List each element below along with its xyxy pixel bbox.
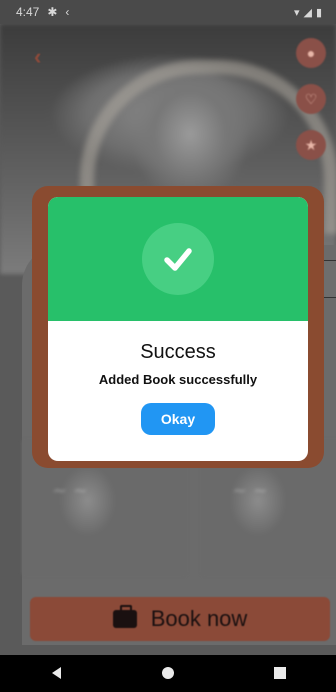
book-now-button[interactable]: Book now [30, 597, 330, 641]
home-icon[interactable] [148, 666, 188, 682]
screen: 4:47 ✱ ‹ ▾ ◢ ▮ ‹ ● ♡ ★ Pl ~ ~ ~ ~ Book n… [0, 0, 336, 692]
system-nav-bar [0, 655, 336, 692]
profile-icon[interactable]: ● [296, 38, 326, 68]
dialog-header [48, 197, 308, 321]
star-icon[interactable]: ★ [296, 130, 326, 160]
recents-icon[interactable] [260, 666, 300, 682]
briefcase-icon [112, 605, 137, 628]
back-icon[interactable] [36, 666, 76, 682]
check-circle [142, 223, 214, 295]
dialog-title: Success [140, 341, 216, 363]
check-icon [164, 248, 192, 271]
book-now-label: Book now [150, 606, 248, 631]
gallery-script-decoration: ~ ~ [52, 480, 88, 501]
share-icon: ‹ [65, 5, 70, 19]
gear-icon: ✱ [47, 5, 58, 19]
dialog-message: Added Book successfully [98, 372, 258, 387]
signal-icon: ◢ [303, 6, 312, 19]
back-arrow-icon[interactable]: ‹ [34, 44, 41, 70]
gallery-script-decoration: ~ ~ [232, 480, 268, 501]
okay-button[interactable]: Okay [141, 403, 215, 435]
heart-icon[interactable]: ♡ [296, 84, 326, 114]
status-time: 4:47 [16, 5, 40, 19]
success-dialog: Success Added Book successfully Okay [48, 197, 308, 461]
status-icons: ▾ ◢ ▮ [294, 6, 322, 19]
wifi-icon: ▾ [293, 6, 300, 19]
battery-icon: ▮ [315, 6, 322, 19]
status-bar: 4:47 ✱ ‹ ▾ ◢ ▮ [0, 0, 336, 24]
